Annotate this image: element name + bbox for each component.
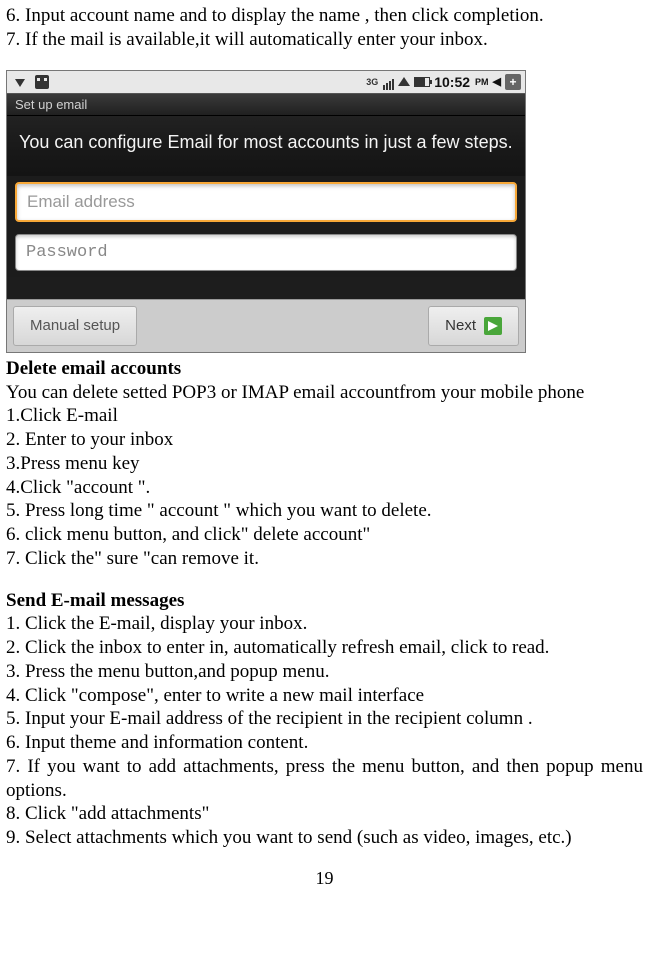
instruction-step-6: 6. Input account name and to display the… bbox=[6, 4, 643, 28]
network-type-label: 3G bbox=[366, 77, 378, 87]
delete-step-1: 1.Click E-mail bbox=[6, 404, 643, 428]
signal-bars-icon bbox=[382, 74, 394, 90]
volume-icon: ◀ bbox=[493, 75, 501, 88]
send-step-1: 1. Click the E-mail, display your inbox. bbox=[6, 612, 643, 636]
clock-time: 10:52 bbox=[434, 74, 470, 90]
instruction-step-7: 7. If the mail is available,it will auto… bbox=[6, 28, 643, 52]
delete-step-5: 5. Press long time " account " which you… bbox=[6, 499, 643, 523]
send-step-5: 5. Input your E-mail address of the reci… bbox=[6, 707, 643, 731]
delete-heading: Delete email accounts bbox=[6, 357, 643, 381]
send-step-3: 3. Press the menu button,and popup menu. bbox=[6, 660, 643, 684]
delete-step-4: 4.Click "account ". bbox=[6, 476, 643, 500]
email-field[interactable]: Email address bbox=[15, 182, 517, 222]
android-icon bbox=[33, 73, 51, 91]
send-heading: Send E-mail messages bbox=[6, 589, 643, 613]
wifi-icon bbox=[398, 77, 410, 86]
send-step-8: 8. Click "add attachments" bbox=[6, 802, 643, 826]
clock-suffix: PM bbox=[475, 77, 489, 87]
next-button-label: Next bbox=[445, 317, 476, 334]
delete-step-3: 3.Press menu key bbox=[6, 452, 643, 476]
delete-step-2: 2. Enter to your inbox bbox=[6, 428, 643, 452]
setup-prompt: You can configure Email for most account… bbox=[7, 116, 525, 176]
status-bar: 3G 10:52 PM ◀ + bbox=[7, 71, 525, 93]
next-button[interactable]: Next bbox=[428, 306, 519, 346]
battery-icon bbox=[414, 77, 430, 87]
send-step-9: 9. Select attachments which you want to … bbox=[6, 826, 643, 850]
delete-intro: You can delete setted POP3 or IMAP email… bbox=[6, 381, 643, 405]
password-field[interactable]: Password bbox=[15, 234, 517, 271]
button-bar: Manual setup Next bbox=[7, 299, 525, 352]
add-icon: + bbox=[505, 74, 521, 90]
send-step-6: 6. Input theme and information content. bbox=[6, 731, 643, 755]
send-step-4: 4. Click "compose", enter to write a new… bbox=[6, 684, 643, 708]
spacer bbox=[6, 571, 643, 589]
send-step-2: 2. Click the inbox to enter in, automati… bbox=[6, 636, 643, 660]
delete-step-6: 6. click menu button, and click" delete … bbox=[6, 523, 643, 547]
phone-screenshot: 3G 10:52 PM ◀ + Set up email You can conf… bbox=[6, 70, 526, 353]
download-icon bbox=[11, 73, 29, 91]
delete-step-7: 7. Click the" sure "can remove it. bbox=[6, 547, 643, 571]
send-step-7: 7. If you want to add attachments, press… bbox=[6, 755, 643, 803]
window-title: Set up email bbox=[7, 93, 525, 116]
page-number: 19 bbox=[6, 868, 643, 889]
manual-setup-button[interactable]: Manual setup bbox=[13, 306, 137, 346]
arrow-right-icon bbox=[484, 317, 502, 335]
